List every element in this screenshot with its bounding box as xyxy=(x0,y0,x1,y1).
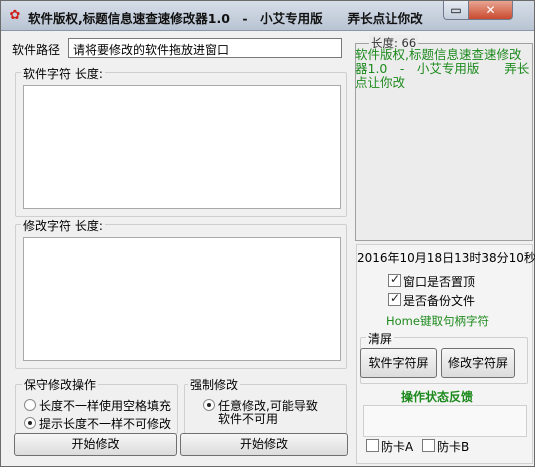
anti-a-label: 防卡A xyxy=(381,440,414,454)
path-input[interactable]: 请将要修改的软件拖放进窗口 xyxy=(68,38,342,58)
anti-b-label: 防卡B xyxy=(437,440,470,454)
minimize-button[interactable]: ▭ xyxy=(443,1,469,20)
radio-force-any-label-2: 软件不可用 xyxy=(218,412,279,426)
backup-checkbox[interactable] xyxy=(388,291,401,306)
home-hint: Home键取句柄字符 xyxy=(386,314,489,328)
conservative-label: 保守修改操作 xyxy=(22,376,99,393)
status-label: 操作状态反馈 xyxy=(401,390,474,404)
radio-force-any[interactable] xyxy=(203,399,215,411)
radio-pad-spaces[interactable] xyxy=(24,399,36,411)
preview-text: 软件版权,标题信息速查速修改器1.0 - 小艾专用版 弄长点让你改 xyxy=(355,47,530,90)
modified-chars-textarea[interactable] xyxy=(23,237,341,361)
backup-label: 是否备份文件 xyxy=(403,294,476,308)
original-chars-label: 软件字符 长度: xyxy=(21,65,105,82)
minimize-icon: ▭ xyxy=(450,3,462,17)
anti-b-checkbox[interactable] xyxy=(422,439,435,452)
radio-prompt-length[interactable] xyxy=(24,417,36,429)
window-title: 软件版权,标题信息速查速修改器1.0 - 小艾专用版 弄长点让你改 xyxy=(28,11,423,26)
topmost-checkbox[interactable] xyxy=(388,272,401,287)
datetime-display: 2016年10月18日13时38分10秒 xyxy=(357,251,535,265)
close-icon: ✕ xyxy=(485,3,496,17)
app-icon: ✿ xyxy=(9,8,21,23)
original-chars-textarea[interactable] xyxy=(23,85,341,209)
preview-box: 长度: 66 软件版权,标题信息速查速修改器1.0 - 小艾专用版 弄长点让你改 xyxy=(355,35,533,241)
clear-original-button[interactable]: 软件字符屏 xyxy=(360,348,437,378)
modified-chars-label: 修改字符 长度: xyxy=(21,217,105,234)
anti-a-checkbox[interactable] xyxy=(366,439,379,452)
forced-start-button[interactable]: 开始修改 xyxy=(180,433,348,456)
clear-label: 清屏 xyxy=(366,330,395,347)
close-button[interactable]: ✕ xyxy=(468,1,513,20)
topmost-label: 窗口是否置顶 xyxy=(403,275,476,289)
main-window: ✿ 软件版权,标题信息速查速修改器1.0 - 小艾专用版 弄长点让你改 ▭ ✕ … xyxy=(0,0,535,467)
radio-pad-spaces-label: 长度不一样使用空格填充 xyxy=(39,399,172,413)
radio-prompt-length-label: 提示长度不一样不可修改 xyxy=(39,417,172,431)
conservative-start-button[interactable]: 开始修改 xyxy=(14,433,177,456)
forced-label: 强制修改 xyxy=(188,376,241,393)
clear-modified-button[interactable]: 修改字符屏 xyxy=(441,348,515,378)
path-label: 软件路径 xyxy=(12,43,61,57)
status-feedback-area xyxy=(363,405,527,437)
title-bar[interactable]: ✿ 软件版权,标题信息速查速修改器1.0 - 小艾专用版 弄长点让你改 ▭ ✕ xyxy=(1,1,534,31)
